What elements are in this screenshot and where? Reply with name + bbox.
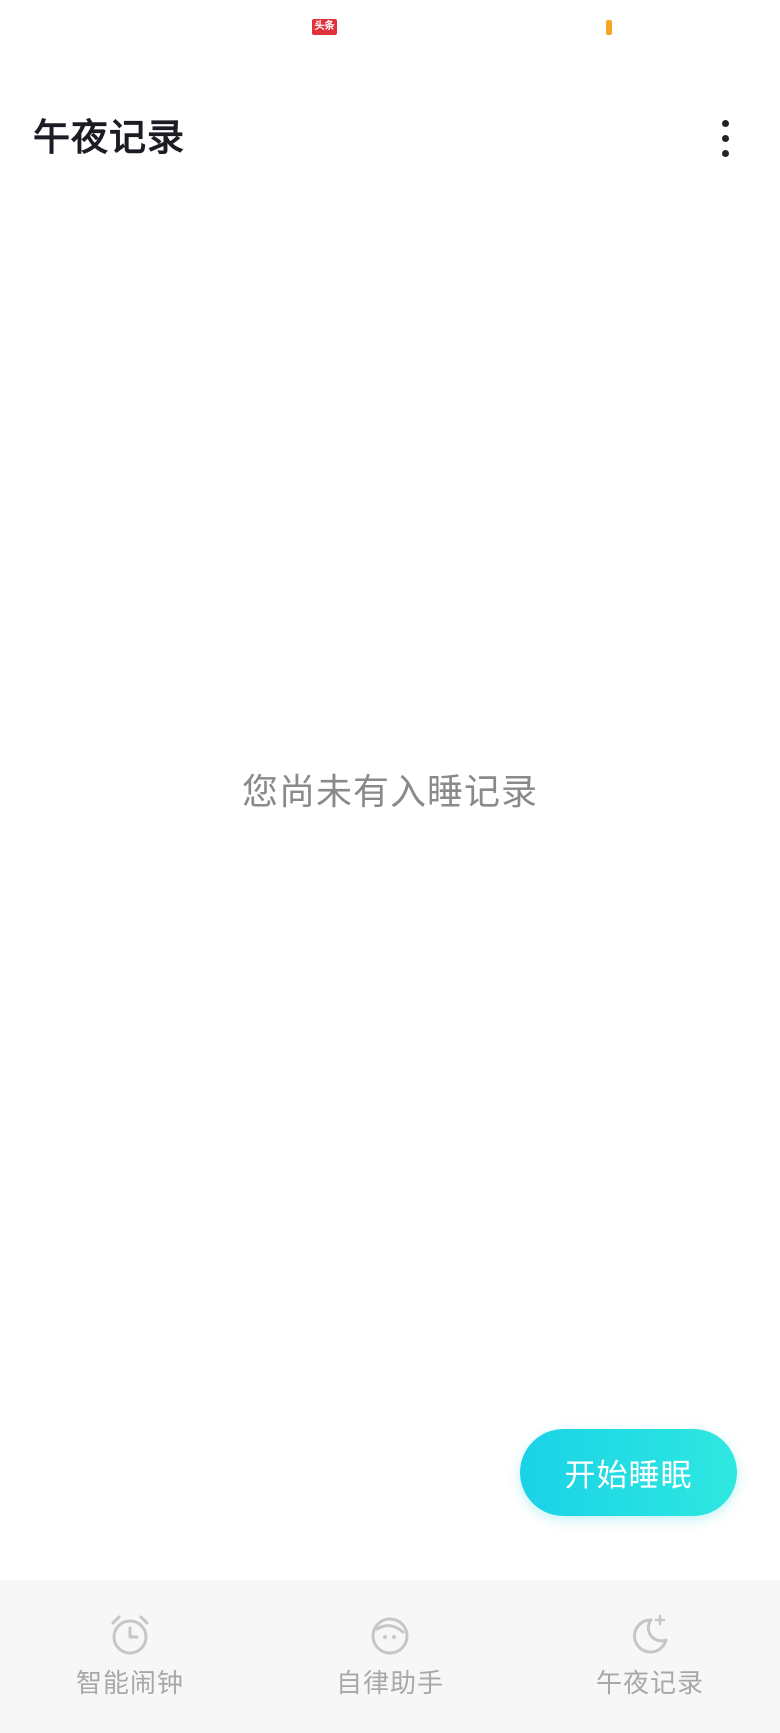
screen: 头条 午夜记录 您尚未有入睡记录 开始睡眠 智能闹钟 自律助手 午夜记录 bbox=[0, 0, 780, 1733]
more-vertical-icon-dot bbox=[721, 134, 729, 142]
more-vertical-icon-dot bbox=[721, 149, 729, 157]
nav-label: 自律助手 bbox=[335, 1669, 444, 1699]
nav-item-midnight-record[interactable]: 午夜记录 bbox=[540, 1580, 760, 1733]
status-indicator-icon bbox=[606, 20, 612, 35]
more-vertical-icon bbox=[721, 119, 729, 127]
bottom-nav: 智能闹钟 自律助手 午夜记录 bbox=[0, 1580, 780, 1733]
empty-state-message: 您尚未有入睡记录 bbox=[241, 772, 538, 813]
moon-star-icon bbox=[633, 1614, 668, 1654]
nav-label: 午夜记录 bbox=[595, 1669, 704, 1699]
nav-label: 智能闹钟 bbox=[75, 1669, 184, 1699]
start-sleep-button[interactable]: 开始睡眠 bbox=[520, 1429, 737, 1516]
nav-item-self-discipline[interactable]: 自律助手 bbox=[280, 1580, 500, 1733]
face-assistant-icon bbox=[371, 1617, 409, 1655]
page-title: 午夜记录 bbox=[33, 116, 185, 159]
nav-item-smart-alarm[interactable]: 智能闹钟 bbox=[20, 1580, 240, 1733]
alarm-clock-icon bbox=[111, 1615, 149, 1655]
toutiao-notification-icon: 头条 bbox=[312, 19, 337, 35]
more-options-button[interactable] bbox=[700, 112, 750, 164]
status-bar: 头条 bbox=[0, 0, 780, 56]
